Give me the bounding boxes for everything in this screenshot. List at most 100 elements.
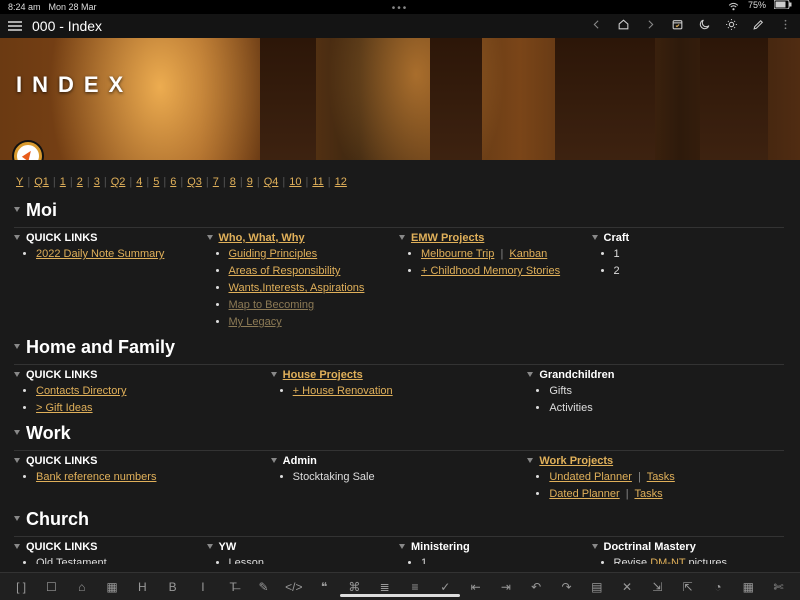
group-header: Craft (592, 232, 779, 244)
more-icon[interactable] (779, 18, 792, 34)
sun-icon[interactable] (725, 18, 738, 34)
disclosure-icon[interactable] (271, 458, 277, 463)
list-item[interactable]: Dated Planner | Tasks (549, 486, 778, 503)
list-item[interactable]: Guiding Principles (229, 246, 394, 263)
group-header: QUICK LINKS (14, 369, 265, 381)
document-title[interactable]: 000 - Index (32, 18, 102, 34)
fmt-redo-icon[interactable]: ↷ (555, 580, 577, 594)
list-item: 2 (614, 263, 779, 280)
nav-Q3[interactable]: Q3 (187, 176, 202, 188)
disclosure-icon[interactable] (14, 544, 20, 549)
nav-12[interactable]: 12 (335, 176, 347, 188)
disclosure-icon[interactable] (207, 235, 213, 240)
fmt-expand-icon[interactable]: ⇱ (677, 580, 699, 594)
disclosure-icon[interactable] (592, 544, 598, 549)
disclosure-icon[interactable] (592, 235, 598, 240)
list-item[interactable]: Bank reference numbers (36, 469, 265, 486)
fmt-scissors-icon[interactable]: ✄ (768, 580, 790, 594)
fmt-note-icon[interactable]: ☐ (40, 580, 62, 594)
group-header: Ministering (399, 541, 586, 553)
disclosure-icon[interactable] (14, 207, 20, 212)
fmt-outdent-icon[interactable]: ⇥ (495, 580, 517, 594)
group-header[interactable]: Work Projects (527, 455, 778, 467)
disclosure-icon[interactable] (14, 344, 20, 349)
fmt-quote-icon[interactable]: ❝ (313, 580, 335, 594)
fmt-strike-icon[interactable]: T̶ (222, 580, 244, 594)
multitask-indicator[interactable]: ••• (392, 3, 409, 14)
fmt-calc-icon[interactable]: ▦ (737, 580, 759, 594)
fmt-ol-icon[interactable]: ≡ (404, 580, 426, 594)
forward-icon[interactable] (644, 18, 657, 34)
disclosure-icon[interactable] (14, 430, 20, 435)
list-item[interactable]: Areas of Responsibility (229, 263, 394, 280)
nav-8[interactable]: 8 (230, 176, 236, 188)
fmt-tools-icon[interactable]: ✕ (616, 580, 638, 594)
fmt-highlight-icon[interactable]: ✎ (253, 580, 275, 594)
moon-icon[interactable] (698, 18, 711, 34)
section-heading-work[interactable]: Work (14, 423, 784, 444)
section-heading-moi[interactable]: Moi (14, 200, 784, 221)
page-heading: INDEX (16, 72, 133, 98)
calendar-icon[interactable] (671, 18, 684, 34)
nav-2[interactable]: 2 (77, 176, 83, 188)
disclosure-icon[interactable] (527, 372, 533, 377)
fmt-code-icon[interactable]: </> (283, 580, 305, 594)
group-header: QUICK LINKS (14, 455, 265, 467)
disclosure-icon[interactable] (399, 235, 405, 240)
back-icon[interactable] (590, 18, 603, 34)
disclosure-icon[interactable] (14, 372, 20, 377)
disclosure-icon[interactable] (14, 235, 20, 240)
fmt-undo-icon[interactable]: ↶ (525, 580, 547, 594)
nav-Q2[interactable]: Q2 (111, 176, 126, 188)
disclosure-icon[interactable] (207, 544, 213, 549)
nav-1[interactable]: 1 (60, 176, 66, 188)
fmt-tag-icon[interactable]: ⌂ (71, 580, 93, 594)
home-indicator[interactable] (340, 594, 460, 597)
fmt-indent-icon[interactable]: ⇤ (465, 580, 487, 594)
group-header[interactable]: Who, What, Why (207, 232, 394, 244)
nav-9[interactable]: 9 (247, 176, 253, 188)
fmt-brackets-icon[interactable]: [ ] (10, 580, 32, 594)
nav-Q4[interactable]: Q4 (264, 176, 279, 188)
list-item[interactable]: > Gift Ideas (36, 400, 265, 417)
pencil-icon[interactable] (752, 18, 765, 34)
list-item[interactable]: Revise DM-NT pictures (614, 555, 779, 564)
fmt-collapse-icon[interactable]: ⇲ (646, 580, 668, 594)
list-item[interactable]: + Childhood Memory Stories (421, 263, 586, 280)
disclosure-icon[interactable] (271, 372, 277, 377)
fmt-table-icon[interactable]: ▤ (586, 580, 608, 594)
menu-icon[interactable] (8, 19, 22, 34)
home-icon[interactable] (617, 18, 630, 34)
list-item[interactable]: 2022 Daily Note Summary (36, 246, 201, 263)
disclosure-icon[interactable] (14, 458, 20, 463)
fmt-link-icon[interactable]: ⌘ (343, 580, 365, 594)
group-header[interactable]: EMW Projects (399, 232, 586, 244)
list-item[interactable]: Undated Planner | Tasks (549, 469, 778, 486)
fmt-ul-icon[interactable]: ≣ (374, 580, 396, 594)
fmt-B-icon[interactable]: B (162, 580, 184, 594)
fmt-H-icon[interactable]: H (131, 580, 153, 594)
list-item[interactable]: + House Renovation (293, 383, 522, 400)
list-item: Lesson (229, 555, 394, 564)
fmt-image-icon[interactable]: ▦ (101, 580, 123, 594)
nav-7[interactable]: 7 (213, 176, 219, 188)
disclosure-icon[interactable] (527, 458, 533, 463)
hero-banner: INDEX (0, 38, 800, 160)
list-item[interactable]: Melbourne Trip | Kanban (421, 246, 586, 263)
section-heading-home[interactable]: Home and Family (14, 337, 784, 358)
group-header[interactable]: House Projects (271, 369, 522, 381)
list-item: Gifts (549, 383, 778, 400)
fmt-timer-icon[interactable]: ◔ (707, 580, 729, 594)
list-item[interactable]: Wants,Interests, Aspirations (229, 280, 394, 297)
nav-10[interactable]: 10 (289, 176, 301, 188)
disclosure-icon[interactable] (14, 516, 20, 521)
group-header: Doctrinal Mastery (592, 541, 779, 553)
nav-11[interactable]: 11 (312, 176, 323, 188)
section-heading-church[interactable]: Church (14, 509, 784, 530)
fmt-check-icon[interactable]: ✓ (434, 580, 456, 594)
fmt-I-icon[interactable]: I (192, 580, 214, 594)
nav-3[interactable]: 3 (94, 176, 100, 188)
list-item[interactable]: Contacts Directory (36, 383, 265, 400)
nav-Q1[interactable]: Q1 (34, 176, 49, 188)
disclosure-icon[interactable] (399, 544, 405, 549)
